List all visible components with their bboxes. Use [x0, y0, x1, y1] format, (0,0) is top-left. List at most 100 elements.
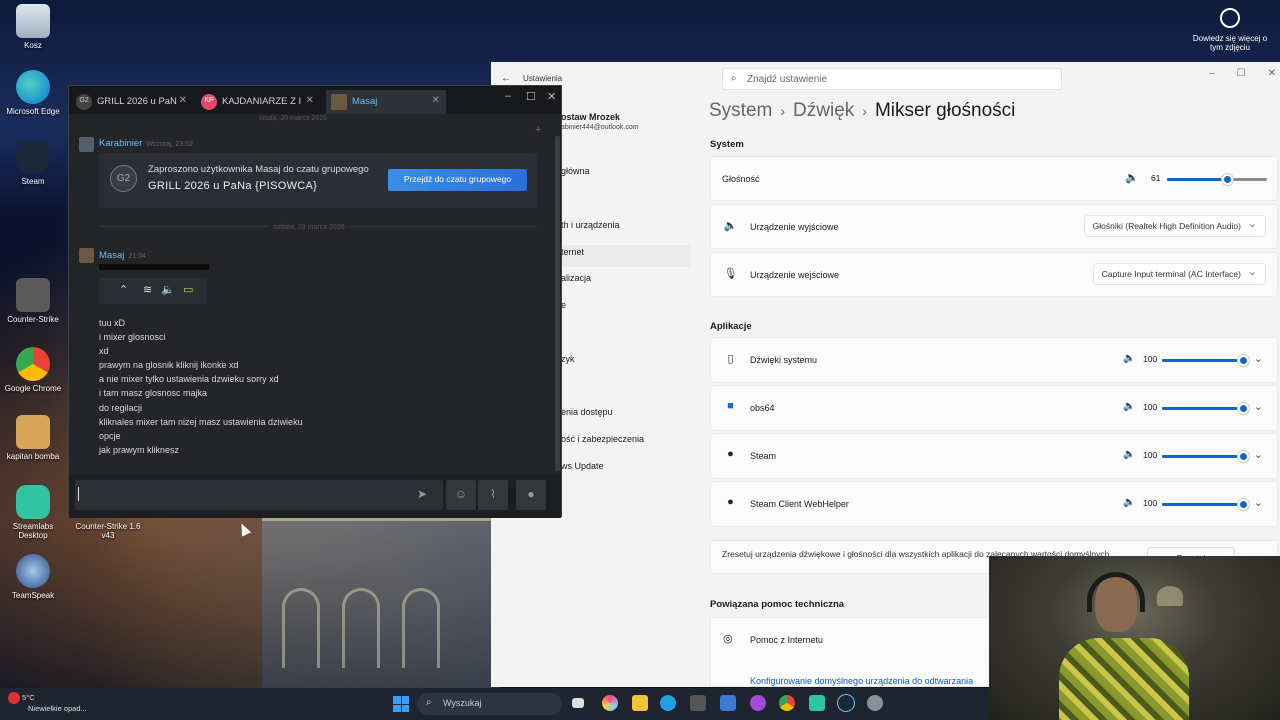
- streamlabs-icon[interactable]: Streamlabs Desktop: [0, 485, 68, 540]
- sidebar-item-language[interactable]: zyk: [561, 354, 575, 364]
- message-author[interactable]: Karabinier Wczoraj, 23:02: [99, 138, 193, 149]
- sidebar-item-bluetooth[interactable]: th i urządzenia: [561, 220, 620, 230]
- voice-icon[interactable]: ●: [516, 480, 546, 510]
- chat-message: a nie mixer tylko ustawienia dzwieku sor…: [99, 374, 279, 385]
- start-button[interactable]: [393, 696, 409, 712]
- wallpaper-bridge: [262, 518, 492, 688]
- image-strip: [99, 264, 209, 270]
- speaker-icon[interactable]: 🔈: [1123, 353, 1135, 364]
- message-author[interactable]: Masaj 21:04: [99, 250, 146, 261]
- microphone-icon: 🎙: [723, 268, 738, 280]
- steam-taskbar-icon[interactable]: [838, 695, 854, 711]
- steam-icon: ●: [727, 496, 734, 508]
- speaker-icon[interactable]: 🔈: [1123, 401, 1135, 412]
- weather-widget[interactable]: 5°C Niewielkie opad...: [8, 692, 87, 713]
- sidebar-item-home[interactable]: główna: [561, 166, 590, 176]
- output-device-select[interactable]: Głośniki (Realtek High Definition Audio): [1083, 215, 1266, 237]
- edge-icon[interactable]: Microsoft Edge: [0, 70, 68, 116]
- sidebar-item-personalization[interactable]: alizacja: [561, 273, 591, 283]
- master-volume-value: 61: [1151, 173, 1161, 183]
- speaker-icon[interactable]: 🔈: [1123, 449, 1135, 460]
- close-icon[interactable]: ✕: [179, 95, 187, 106]
- app-volume-slider[interactable]: [1162, 451, 1249, 462]
- camera-icon: [1220, 8, 1240, 28]
- chat-message-input[interactable]: [75, 480, 443, 510]
- chevron-down-icon[interactable]: ⌄: [1254, 400, 1263, 413]
- tab-grill[interactable]: G2 GRILL 2026 u PaN ✕: [71, 90, 193, 114]
- send-icon[interactable]: ➤: [407, 480, 437, 510]
- app-volume-slider[interactable]: [1162, 499, 1249, 510]
- chat-message: prawym na glosnik kliknij ikonke xd: [99, 360, 239, 371]
- app-volume-value: 100: [1143, 402, 1158, 412]
- close-icon[interactable]: ✕: [432, 95, 440, 106]
- steam-icon[interactable]: Steam: [0, 140, 68, 186]
- emoji-icon[interactable]: ☺: [446, 480, 476, 510]
- counter-strike-icon[interactable]: Counter-Strike: [0, 278, 68, 324]
- close-button[interactable]: ✕: [1268, 68, 1276, 79]
- app-row: ■ obs64 🔈 100 ⌄: [710, 385, 1278, 431]
- chrome-taskbar-icon[interactable]: [779, 695, 795, 711]
- steam-icon: ●: [727, 448, 734, 460]
- taskbar-search[interactable]: ⌕ Wyszukaj: [417, 693, 562, 715]
- speaker-icon[interactable]: 🔈: [1123, 497, 1135, 508]
- app-volume-slider[interactable]: [1162, 403, 1249, 414]
- kapitan-bomba-icon[interactable]: kapitan bomba: [0, 415, 68, 461]
- app-row: ● Steam 🔈 100 ⌄: [710, 433, 1278, 479]
- app-icon[interactable]: [750, 695, 766, 711]
- group-invite-card: G2 Zaproszono użytkownika Masaj do czatu…: [99, 153, 537, 208]
- speaker-icon[interactable]: 🔈: [1125, 171, 1139, 184]
- breadcrumb-sound[interactable]: Dźwięk: [793, 100, 854, 121]
- minimize-button[interactable]: –: [505, 90, 511, 102]
- close-icon[interactable]: ✕: [306, 95, 314, 106]
- streamlabs-taskbar-icon[interactable]: [809, 695, 825, 711]
- sidebar-item-network[interactable]: ternet: [561, 247, 584, 257]
- recycle-bin-icon[interactable]: Kosz: [0, 4, 68, 50]
- chevron-down-icon[interactable]: ⌄: [1254, 448, 1263, 461]
- open-group-chat-button[interactable]: Przejdź do czatu grupowego: [388, 169, 527, 191]
- master-volume-card: Głośność 🔈 61: [710, 156, 1278, 201]
- help-link[interactable]: Konfigurowanie domyślnego urządzenia do …: [750, 676, 973, 686]
- settings-window-controls: – ☐ ✕: [1209, 68, 1276, 79]
- breadcrumb: System › Dźwięk › Mikser głośności: [709, 100, 1016, 121]
- chevron-down-icon[interactable]: ⌄: [1254, 352, 1263, 365]
- close-button[interactable]: ✕: [547, 90, 556, 103]
- maximize-button[interactable]: ☐: [526, 90, 536, 103]
- input-device-select[interactable]: Capture Input terminal (AC Interface): [1092, 263, 1266, 285]
- help-item[interactable]: Pomoc z Internetu: [750, 635, 823, 645]
- settings-gear-icon[interactable]: [867, 695, 883, 711]
- chrome-icon[interactable]: Google Chrome: [0, 347, 68, 393]
- copilot-icon[interactable]: [602, 695, 618, 711]
- date-separator: środa, 20 marca 2026: [259, 115, 328, 122]
- store-icon[interactable]: [690, 695, 706, 711]
- chevron-down-icon[interactable]: ⌄: [1254, 496, 1263, 509]
- learn-about-picture[interactable]: Dowiedz się więcej o tym zdjęciu: [1190, 8, 1270, 52]
- sidebar-item-windows-update[interactable]: ws Update: [561, 461, 604, 471]
- app-volume-slider[interactable]: [1162, 355, 1249, 366]
- add-friend-icon[interactable]: +: [535, 124, 541, 136]
- sidebar-item-privacy[interactable]: ość i zabezpieczenia: [561, 434, 644, 444]
- maximize-button[interactable]: ☐: [1237, 68, 1246, 79]
- obs-icon: ■: [727, 400, 734, 412]
- battery-icon: ▭: [183, 284, 194, 296]
- master-volume-slider[interactable]: [1167, 174, 1267, 185]
- app-volume-value: 100: [1143, 450, 1158, 460]
- file-explorer-icon[interactable]: [632, 695, 648, 711]
- attach-icon[interactable]: ⌇: [478, 480, 508, 510]
- back-arrow-icon[interactable]: ←: [501, 73, 511, 84]
- tray-screenshot: ⌃ ≋ 🔈 ▭: [99, 278, 207, 304]
- apps-section-title: Aplikacje: [710, 321, 752, 332]
- search-icon: ⌕: [731, 73, 737, 84]
- mail-icon[interactable]: [720, 695, 736, 711]
- teamspeak-icon[interactable]: TeamSpeak: [0, 554, 68, 600]
- chat-message: tuu xD: [99, 318, 126, 328]
- breadcrumb-system[interactable]: System: [709, 100, 772, 121]
- sidebar-item-accessibility[interactable]: enia dostępu: [561, 407, 613, 417]
- chat-scrollbar[interactable]: [555, 136, 560, 471]
- edge-taskbar-icon[interactable]: [660, 695, 676, 711]
- settings-search-input[interactable]: ⌕ Znajdź ustawienie: [722, 68, 1062, 90]
- minimize-button[interactable]: –: [1209, 68, 1215, 79]
- task-view-icon[interactable]: [572, 698, 584, 708]
- tab-kajdaniarze[interactable]: KP KAJDANIARZE Z I ✕: [196, 90, 320, 114]
- tab-masaj[interactable]: Masaj ✕: [326, 90, 446, 114]
- chat-tabs: G2 GRILL 2026 u PaN ✕ KP KAJDANIARZE Z I…: [69, 86, 561, 114]
